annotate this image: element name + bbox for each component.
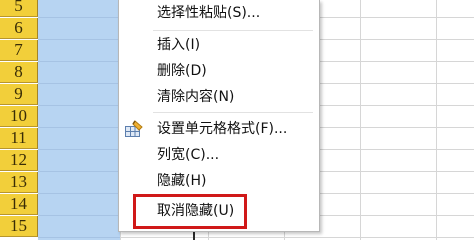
menu-item-paste-special[interactable]: 选择性粘贴(S)...: [119, 1, 319, 25]
row-header-13[interactable]: 13: [0, 172, 38, 193]
format-cells-icon: [125, 120, 144, 138]
row-header-8[interactable]: 8: [0, 62, 38, 83]
menu-item-column-width[interactable]: 列宽(C)...: [119, 143, 319, 167]
selected-row-gridline: [38, 237, 120, 238]
selected-row-gridline: [38, 83, 120, 84]
menu-item-insert[interactable]: 插入(I): [119, 33, 319, 57]
menu-item-label: 设置单元格格式(F)...: [157, 121, 288, 137]
menu-item-format-cells[interactable]: 设置单元格格式(F)...: [119, 117, 319, 141]
row-header-5[interactable]: 5: [0, 0, 38, 17]
row-header-6[interactable]: 6: [0, 18, 38, 39]
selected-row-gridline: [38, 193, 120, 194]
selected-row-gridline: [38, 17, 120, 18]
selected-row-gridline: [38, 61, 120, 62]
menu-item-hide[interactable]: 隐藏(H): [119, 169, 319, 193]
row-header-10[interactable]: 10: [0, 106, 38, 127]
selected-row-gridline: [38, 171, 120, 172]
selected-row-gridline: [38, 105, 120, 106]
menu-separator: [153, 112, 313, 113]
selected-row-gridline: [38, 127, 120, 128]
menu-item-label: 删除(D): [157, 63, 207, 79]
row-header-11[interactable]: 11: [0, 128, 38, 149]
row-header-12[interactable]: 12: [0, 150, 38, 171]
menu-item-label: 插入(I): [157, 37, 201, 53]
selected-row-gridline: [38, 39, 120, 40]
selected-row-gridline: [38, 149, 120, 150]
menu-separator: [153, 30, 313, 31]
column-gridline: [436, 0, 437, 240]
row-header-15[interactable]: 15: [0, 216, 38, 237]
column-gridline: [360, 0, 361, 240]
row-header-column: 5 6 7 8 9 10 11 12 13 14 15: [0, 0, 38, 240]
menu-item-label: 清除内容(N): [157, 89, 235, 105]
menu-item-label: 隐藏(H): [157, 173, 207, 189]
unhide-highlight-box: [133, 194, 247, 229]
menu-item-label: 列宽(C)...: [157, 147, 220, 163]
menu-item-clear-contents[interactable]: 清除内容(N): [119, 85, 319, 109]
row-header-14[interactable]: 14: [0, 194, 38, 215]
row-header-7[interactable]: 7: [0, 40, 38, 61]
spreadsheet-window: 5 6 7 8 9 10 11 12 13 14 15 选择性粘贴(S)... …: [0, 0, 474, 240]
selected-column[interactable]: [38, 0, 120, 240]
selected-row-gridline: [38, 215, 120, 216]
row-header-9[interactable]: 9: [0, 84, 38, 105]
menu-item-delete[interactable]: 删除(D): [119, 59, 319, 83]
menu-item-label: 选择性粘贴(S)...: [157, 5, 261, 21]
